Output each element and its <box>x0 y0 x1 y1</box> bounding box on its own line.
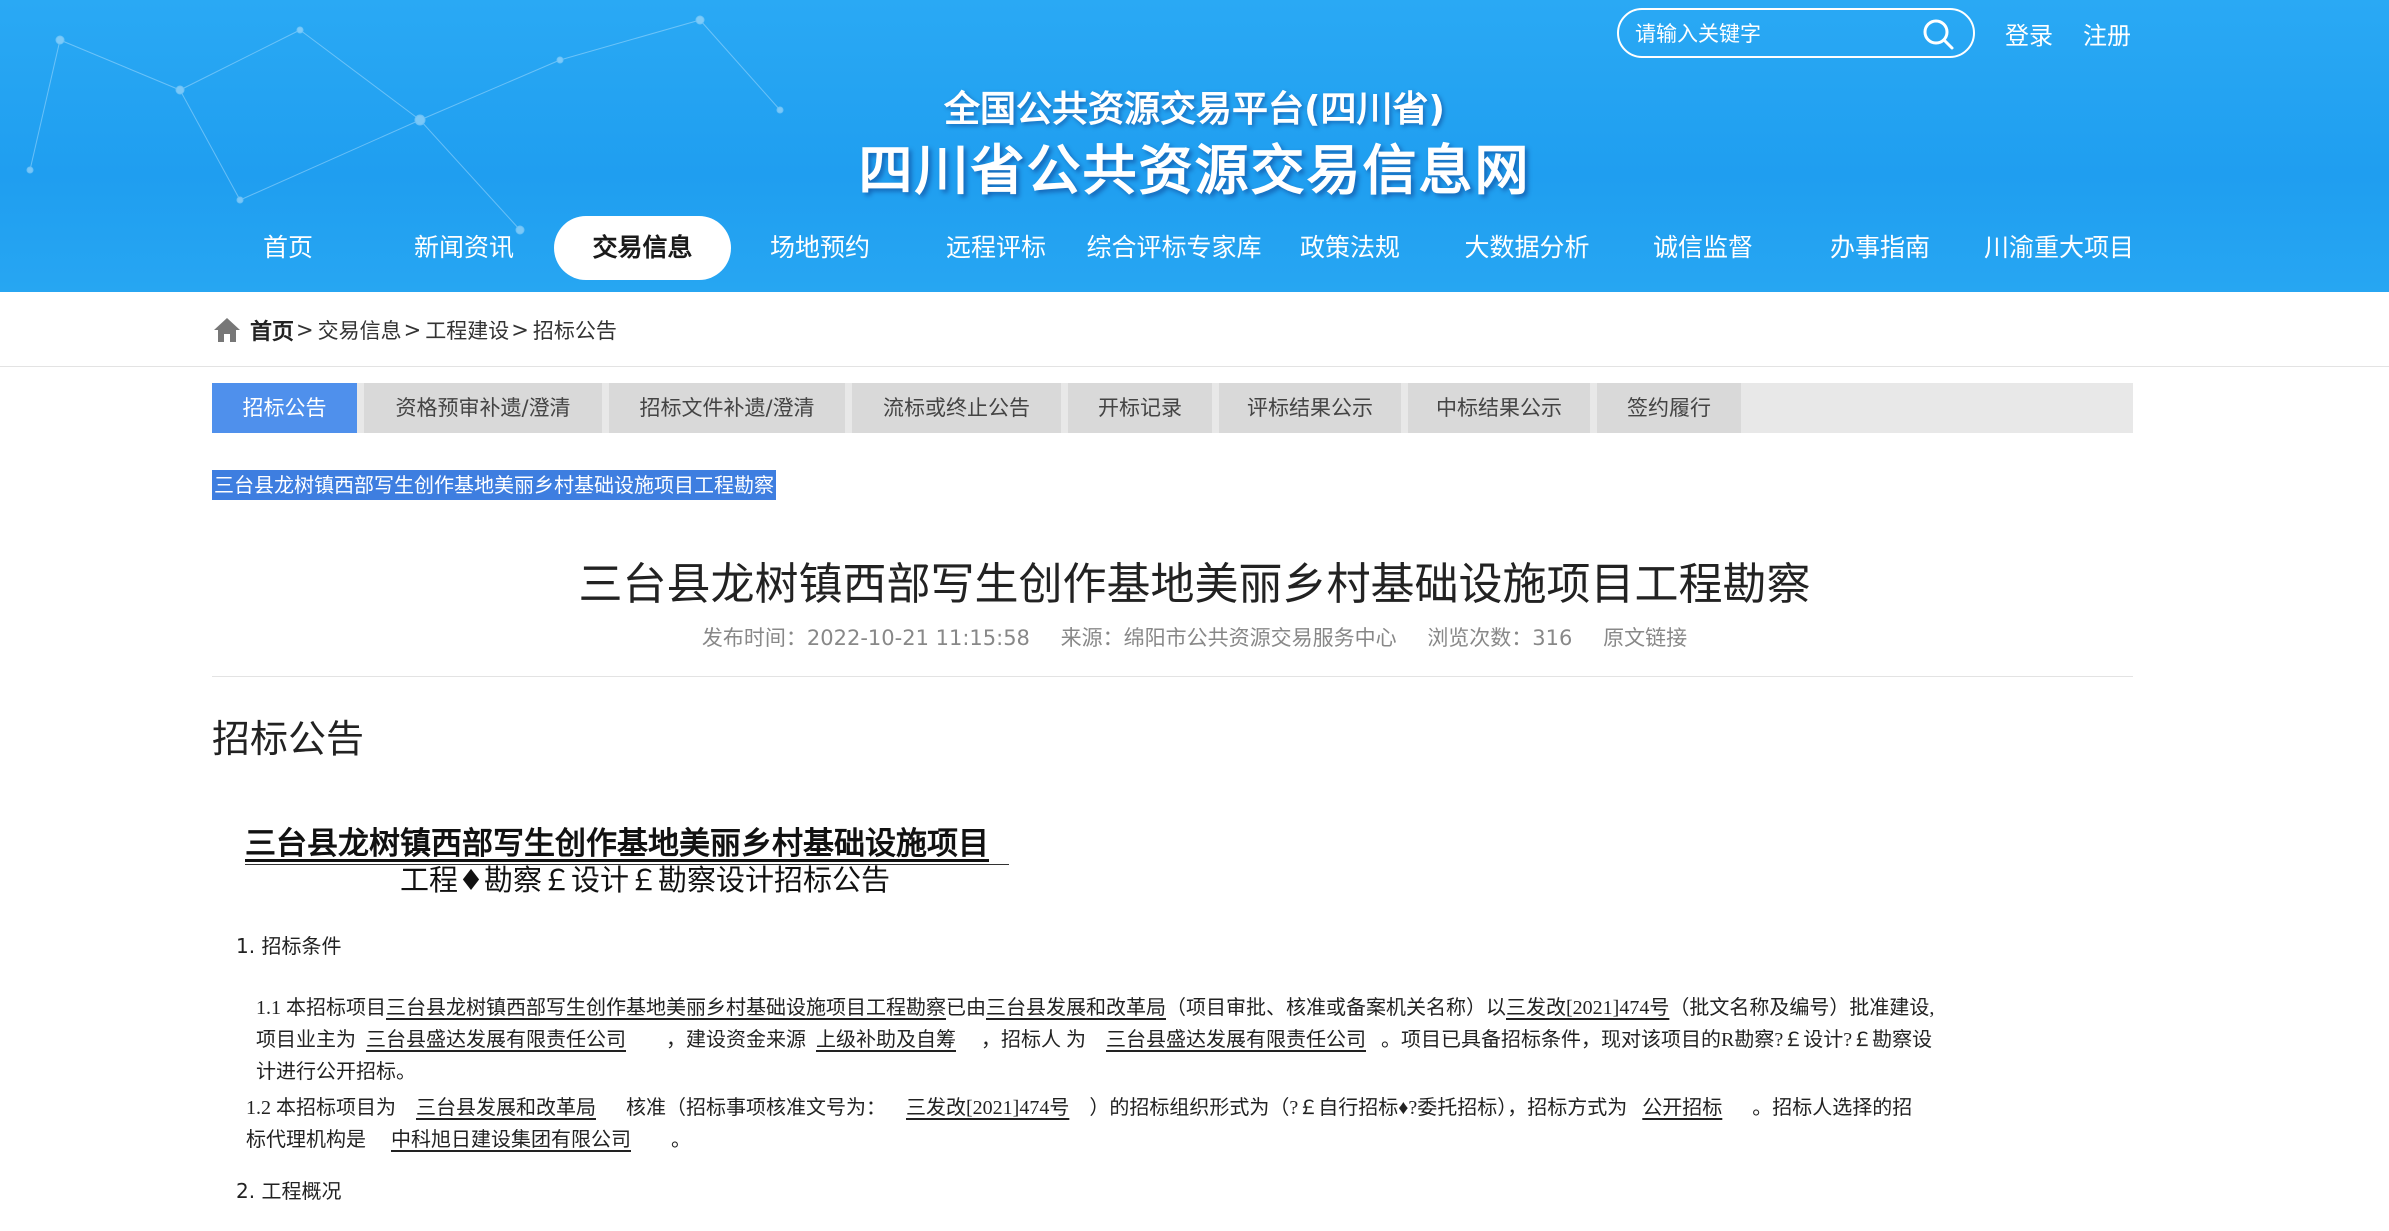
paragraph-1-1-line3: 计进行公开招标。 <box>256 1061 416 1083</box>
site-header: 登录 注册 全国公共资源交易平台(四川省) 四川省公共资源交易信息网 首页 新闻… <box>0 0 2389 292</box>
breadcrumb-bar: 首页 > 交易信息 > 工程建设 > 招标公告 <box>0 292 2389 367</box>
paragraph-1-1-line1: 1.1 本招标项目三台县龙树镇西部写生创作基地美丽乡村基础设施项目工程勘察已由三… <box>256 997 1935 1019</box>
tab-failed-or-terminated[interactable]: 流标或终止公告 <box>852 383 1061 433</box>
nav-major-projects[interactable]: 川渝重大项目 <box>1984 216 2134 280</box>
tab-winning-result[interactable]: 中标结果公示 <box>1408 383 1590 433</box>
breadcrumb-construction[interactable]: 工程建设 <box>425 315 509 345</box>
view-count: 浏览次数：316 <box>1427 626 1573 650</box>
section-heading: 招标公告 <box>212 717 365 761</box>
platform-title: 四川省公共资源交易信息网 <box>858 139 1531 202</box>
document-title-line2: 工程♦勘察￡设计￡勘察设计招标公告 <box>400 863 890 897</box>
breadcrumb-separator: > <box>511 318 529 342</box>
breadcrumb-home[interactable]: 首页 <box>250 314 294 346</box>
nav-policies[interactable]: 政策法规 <box>1290 216 1410 280</box>
tab-bid-doc-supplement[interactable]: 招标文件补遗/澄清 <box>609 383 845 433</box>
selected-title-text: 三台县龙树镇西部写生创作基地美丽乡村基础设施项目工程勘察 <box>212 470 776 500</box>
breadcrumb: 首页 > 交易信息 > 工程建设 > 招标公告 <box>212 310 617 350</box>
document-title-line1: 三台县龙树镇西部写生创作基地美丽乡村基础设施项目 <box>245 824 1009 865</box>
tab-evaluation-result[interactable]: 评标结果公示 <box>1219 383 1401 433</box>
nav-expert-library[interactable]: 综合评标专家库 <box>1086 216 1262 280</box>
platform-subtitle: 全国公共资源交易平台(四川省) <box>944 89 1445 130</box>
home-icon <box>214 318 240 342</box>
section-bid-conditions: 1. 招标条件 <box>236 934 342 958</box>
search-input[interactable] <box>1633 18 1917 50</box>
section-project-overview: 2. 工程概况 <box>236 1179 342 1203</box>
register-link[interactable]: 注册 <box>2083 16 2131 51</box>
nav-guide[interactable]: 办事指南 <box>1820 216 1940 280</box>
nav-news[interactable]: 新闻资讯 <box>404 216 524 280</box>
tab-bid-opening-record[interactable]: 开标记录 <box>1068 383 1212 433</box>
nav-home[interactable]: 首页 <box>230 216 346 280</box>
nav-big-data[interactable]: 大数据分析 <box>1462 216 1592 280</box>
search-icon[interactable] <box>1921 17 1955 51</box>
article-source: 来源：绵阳市公共资源交易服务中心 <box>1060 626 1397 650</box>
breadcrumb-separator: > <box>296 318 314 342</box>
main-nav: 首页 新闻资讯 交易信息 场地预约 远程评标 综合评标专家库 政策法规 大数据分… <box>0 216 2389 280</box>
tab-prequal-supplement[interactable]: 资格预审补遗/澄清 <box>364 383 602 433</box>
breadcrumb-separator: > <box>403 318 422 342</box>
nav-venue-booking[interactable]: 场地预约 <box>760 216 880 280</box>
search-box <box>1617 8 1975 58</box>
nav-credit-supervision[interactable]: 诚信监督 <box>1643 216 1763 280</box>
login-link[interactable]: 登录 <box>2005 16 2053 51</box>
breadcrumb-trade-info[interactable]: 交易信息 <box>318 315 402 345</box>
tab-contract-performance[interactable]: 签约履行 <box>1597 383 1741 433</box>
divider <box>212 676 2133 677</box>
publish-time: 发布时间：2022-10-21 11:15:58 <box>701 626 1030 650</box>
original-link[interactable]: 原文链接 <box>1603 626 1687 650</box>
nav-remote-evaluation[interactable]: 远程评标 <box>936 216 1056 280</box>
paragraph-1-1-line2: 项目业主为 三台县盛达发展有限责任公司 ，建设资金来源 上级补助及自筹 ，招标人… <box>256 1029 1933 1051</box>
breadcrumb-bid-notice[interactable]: 招标公告 <box>533 315 617 345</box>
category-tabs: 招标公告 资格预审补遗/澄清 招标文件补遗/澄清 流标或终止公告 开标记录 评标… <box>212 383 2133 433</box>
nav-trade-info[interactable]: 交易信息 <box>554 216 731 280</box>
paragraph-1-2-line1: 1.2 本招标项目为 三台县发展和改革局 核准（招标事项核准文号为： 三发改[2… <box>246 1097 1913 1119</box>
article-meta: 发布时间：2022-10-21 11:15:58 来源：绵阳市公共资源交易服务中… <box>0 622 2389 652</box>
article-title: 三台县龙树镇西部写生创作基地美丽乡村基础设施项目工程勘察 <box>578 559 1811 610</box>
paragraph-1-2-line2: 标代理机构是 中科旭日建设集团有限公司 。 <box>246 1129 691 1151</box>
tab-bid-notice[interactable]: 招标公告 <box>212 383 357 433</box>
